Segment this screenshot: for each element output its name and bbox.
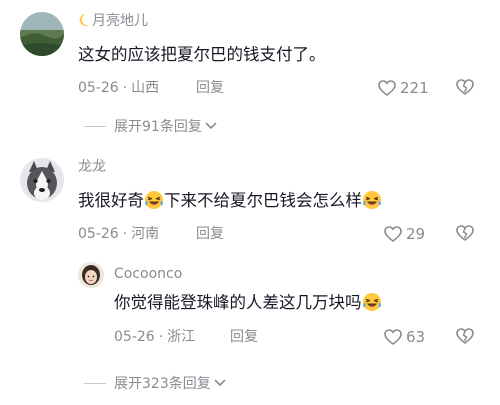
laughing-crying-emoji bbox=[145, 191, 163, 209]
expand-line bbox=[84, 382, 106, 384]
chevron-down-icon bbox=[205, 122, 217, 129]
reply-text: 你觉得能登珠峰的人差这几万块吗 bbox=[114, 292, 382, 314]
comment-date: 05-26 bbox=[78, 80, 119, 96]
heart-outline-icon bbox=[384, 329, 402, 345]
comment-username[interactable]: 月亮地儿 bbox=[78, 12, 148, 30]
like-count: 63 bbox=[406, 328, 426, 346]
like-button[interactable]: 221 bbox=[378, 79, 429, 97]
broken-heart-icon bbox=[456, 79, 474, 95]
broken-heart-icon bbox=[456, 328, 474, 344]
avatar-reply-user[interactable] bbox=[78, 262, 104, 288]
reply-location: 浙江 bbox=[167, 329, 196, 345]
heart-outline-icon bbox=[384, 226, 402, 242]
avatar-user-2[interactable] bbox=[20, 158, 64, 202]
comment-text: 这女的应该把夏尔巴的钱支付了。 bbox=[78, 45, 326, 64]
comment-text: 我很好奇 下来不给夏尔巴钱会怎么样 bbox=[78, 190, 382, 212]
crescent-moon-icon bbox=[79, 13, 89, 26]
laughing-crying-emoji bbox=[363, 191, 381, 209]
like-count: 29 bbox=[406, 225, 426, 243]
chevron-down-icon bbox=[214, 379, 226, 386]
reply-button[interactable]: 回复 bbox=[196, 225, 224, 243]
reply-button[interactable]: 回复 bbox=[230, 328, 258, 346]
broken-heart-icon bbox=[456, 225, 474, 241]
reply-username[interactable]: Cocoonco bbox=[114, 265, 182, 283]
expand-line bbox=[84, 125, 106, 127]
dislike-button[interactable] bbox=[456, 79, 474, 99]
comment-username[interactable]: 龙龙 bbox=[78, 158, 106, 176]
dislike-button[interactable] bbox=[456, 225, 474, 245]
comment-meta: 05-26 · 河南 bbox=[78, 226, 160, 242]
heart-outline-icon bbox=[378, 80, 396, 96]
comment-date: 05-26 bbox=[78, 226, 119, 242]
like-button[interactable]: 29 bbox=[384, 225, 425, 243]
expand-label: 展开323条回复 bbox=[114, 376, 211, 392]
expand-replies-button[interactable]: 展开323条回复 bbox=[84, 373, 226, 393]
reply-button[interactable]: 回复 bbox=[196, 79, 224, 97]
comment-meta: 05-26 · 山西 bbox=[78, 80, 160, 96]
reply-date: 05-26 bbox=[114, 329, 155, 345]
like-count: 221 bbox=[400, 79, 429, 97]
expand-replies-button[interactable]: 展开91条回复 bbox=[84, 116, 217, 136]
avatar-user-1[interactable] bbox=[20, 12, 64, 56]
laughing-crying-emoji bbox=[362, 293, 381, 311]
comment-location: 河南 bbox=[131, 226, 160, 242]
like-button[interactable]: 63 bbox=[384, 328, 425, 346]
comment-location: 山西 bbox=[131, 80, 160, 96]
reply-meta: 05-26 · 浙江 bbox=[114, 329, 196, 345]
dislike-button[interactable] bbox=[456, 328, 474, 348]
expand-label: 展开91条回复 bbox=[114, 119, 202, 135]
